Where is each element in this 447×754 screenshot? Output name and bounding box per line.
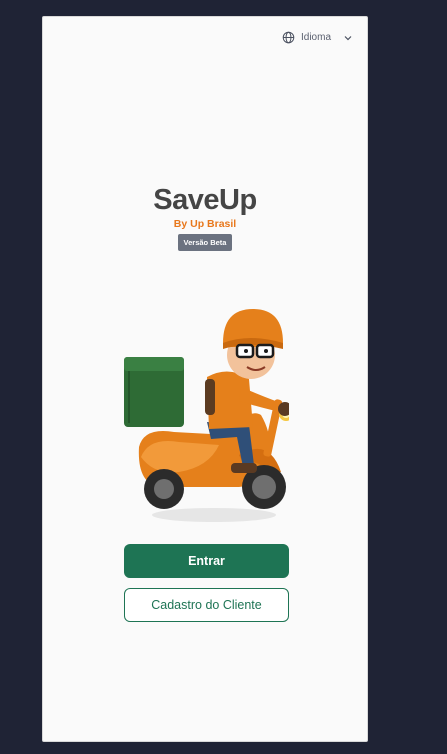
app-title: SaveUp	[153, 184, 257, 216]
beta-badge: Versão Beta	[177, 234, 233, 251]
register-button[interactable]: Cadastro do Cliente	[124, 588, 289, 622]
app-subtitle: By Up Brasil	[173, 218, 237, 230]
chevron-down-icon	[343, 33, 353, 43]
app-screen: Idioma SaveUp By Up Brasil Versão Beta E…	[42, 16, 368, 742]
delivery-scooter-illustration	[119, 287, 303, 537]
login-button[interactable]: Entrar	[124, 544, 289, 578]
globe-icon	[282, 31, 295, 44]
brand-block: SaveUp By Up Brasil Versão Beta	[43, 183, 367, 251]
language-selector[interactable]: Idioma	[282, 31, 353, 44]
language-label: Idioma	[300, 32, 331, 43]
